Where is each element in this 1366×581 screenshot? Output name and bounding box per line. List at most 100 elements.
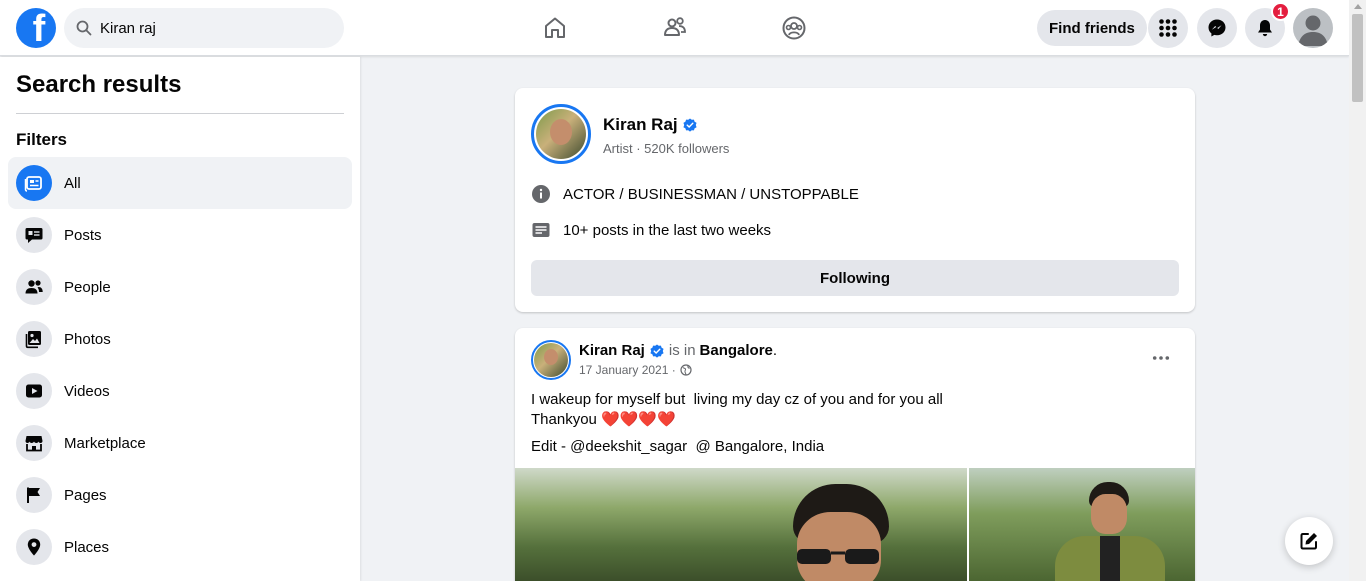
following-button[interactable]: Following — [531, 260, 1179, 296]
filter-label: Videos — [64, 382, 110, 400]
post-header: Kiran Raj is in Bangalore. — [579, 342, 777, 359]
filter-photos[interactable]: Photos — [8, 313, 352, 365]
filter-label: Photos — [64, 330, 111, 348]
info-icon — [532, 185, 550, 203]
post-is-in-text: is in — [668, 342, 696, 359]
profile-bio-row: ACTOR / BUSINESSMAN / UNSTOPPABLE — [531, 184, 859, 204]
profile-name-row[interactable]: Kiran Raj — [603, 115, 697, 135]
scroll-up-arrow[interactable] — [1354, 4, 1362, 9]
filter-places[interactable]: Places — [8, 521, 352, 573]
marketplace-icon — [25, 436, 43, 452]
posts-summary-icon — [532, 223, 550, 237]
messenger-button[interactable] — [1197, 8, 1237, 48]
photo-detail — [797, 549, 879, 564]
home-icon — [545, 17, 565, 38]
profile-activity-row: 10+ posts in the last two weeks — [531, 220, 771, 240]
filter-all[interactable]: All — [8, 157, 352, 209]
search-results-sidebar: Search results Filters All Posts People … — [0, 57, 360, 581]
post-result-card: Kiran Raj is in Bangalore. 17 January 20… — [515, 328, 1195, 581]
home-nav-button[interactable] — [537, 10, 573, 46]
sidebar-divider — [16, 113, 344, 114]
search-input[interactable] — [100, 19, 320, 37]
verified-badge-icon — [683, 118, 697, 132]
post-body: I wakeup for myself but living my day cz… — [531, 390, 1171, 430]
sidebar-title: Search results — [16, 71, 182, 98]
post-photo-main[interactable] — [515, 468, 967, 581]
post-credit-line: Edit - @deekshit_sagar @ Bangalore, Indi… — [531, 438, 825, 455]
post-author-avatar[interactable] — [531, 340, 571, 380]
more-options-icon — [1152, 356, 1170, 360]
new-message-button[interactable] — [1285, 517, 1333, 565]
friends-nav-button[interactable] — [657, 10, 693, 46]
people-icon — [25, 280, 43, 294]
post-text-line: I wakeup for myself but living my day cz… — [531, 391, 943, 408]
profile-photo — [536, 109, 586, 159]
filter-label: Places — [64, 538, 110, 556]
pages-flag-icon — [27, 487, 40, 503]
filter-all-icon-wrap — [16, 165, 52, 201]
bell-icon — [1258, 20, 1272, 37]
feed-icon — [24, 176, 42, 192]
post-date-row: 17 January 2021 · — [579, 363, 692, 377]
photo-detail — [797, 512, 881, 581]
filter-pages[interactable]: Pages — [8, 469, 352, 521]
post-author-name[interactable]: Kiran Raj — [579, 342, 645, 359]
top-navigation-bar: f Find friends 1 — [0, 0, 1349, 56]
post-header-period: . — [772, 342, 778, 359]
filter-videos-icon-wrap — [16, 373, 52, 409]
profile-result-card: Kiran Raj Artist · 520K followers ACTOR … — [515, 88, 1195, 312]
facebook-logo[interactable]: f — [16, 8, 56, 48]
compose-edit-icon — [1300, 533, 1317, 550]
filter-posts-icon-wrap — [16, 217, 52, 253]
groups-icon — [782, 16, 806, 40]
videos-icon — [26, 384, 42, 398]
logo-letter: f — [32, 8, 46, 48]
filter-label: Pages — [64, 486, 107, 504]
filter-photos-icon-wrap — [16, 321, 52, 357]
filters-heading: Filters — [16, 130, 68, 149]
search-box[interactable] — [64, 8, 344, 48]
search-icon — [76, 20, 92, 36]
filter-posts[interactable]: Posts — [8, 209, 352, 261]
filter-people[interactable]: People — [8, 261, 352, 313]
profile-subtitle: Artist · 520K followers — [603, 141, 730, 156]
menu-button[interactable] — [1148, 8, 1188, 48]
filter-people-icon-wrap — [16, 269, 52, 305]
profile-avatar[interactable] — [531, 104, 591, 164]
filter-marketplace-icon-wrap — [16, 425, 52, 461]
messenger-icon — [1208, 19, 1226, 37]
post-text-line: Thankyou ❤️❤️❤️❤️ — [531, 411, 676, 428]
filter-label: Posts — [64, 226, 102, 244]
post-options-button[interactable] — [1145, 344, 1177, 372]
post-photo-secondary[interactable] — [969, 468, 1195, 581]
profile-name[interactable]: Kiran Raj — [603, 115, 678, 135]
filter-videos[interactable]: Videos — [8, 365, 352, 417]
friends-icon — [664, 17, 686, 36]
posts-icon — [25, 228, 43, 243]
post-location-link[interactable]: Bangalore — [700, 342, 773, 359]
account-avatar-button[interactable] — [1293, 8, 1333, 48]
post-date[interactable]: 17 January 2021 · — [579, 363, 676, 377]
location-pin-icon — [27, 538, 41, 556]
page-scrollbar[interactable] — [1349, 0, 1366, 581]
post-author-photo — [534, 343, 568, 377]
find-friends-button[interactable]: Find friends — [1037, 10, 1147, 46]
filter-label: People — [64, 278, 111, 296]
scrollbar-thumb[interactable] — [1352, 14, 1363, 102]
filter-label: All — [64, 174, 81, 192]
photo-detail — [1091, 494, 1127, 534]
filter-label: Marketplace — [64, 434, 146, 452]
notification-count-badge: 1 — [1271, 2, 1290, 21]
globe-icon — [680, 364, 692, 376]
default-avatar-icon — [1298, 15, 1328, 46]
profile-activity: 10+ posts in the last two weeks — [563, 221, 772, 239]
filter-places-icon-wrap — [16, 529, 52, 565]
profile-bio: ACTOR / BUSINESSMAN / UNSTOPPABLE — [563, 185, 859, 203]
verified-badge-icon — [650, 343, 664, 358]
photos-icon — [25, 331, 41, 349]
groups-nav-button[interactable] — [776, 10, 812, 46]
grid-menu-icon — [1159, 19, 1177, 37]
photo-detail — [1100, 536, 1120, 581]
filter-pages-icon-wrap — [16, 477, 52, 513]
filter-marketplace[interactable]: Marketplace — [8, 417, 352, 469]
